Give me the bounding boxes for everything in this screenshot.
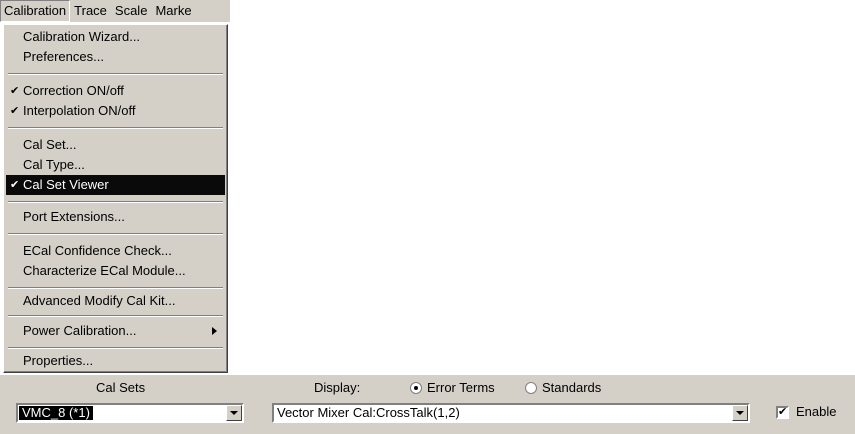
- menu-item-cal-set[interactable]: Cal Set...: [6, 135, 225, 155]
- menu-separator: [8, 73, 223, 75]
- standards-radio[interactable]: [525, 382, 537, 394]
- menu-item-cal-set-viewer[interactable]: Cal Set Viewer: [6, 175, 225, 195]
- calibration-dropdown-menu: Calibration Wizard... Preferences... Cor…: [3, 24, 228, 373]
- menu-item-calibration-wizard[interactable]: Calibration Wizard...: [6, 27, 225, 47]
- menu-calibration[interactable]: Calibration: [0, 0, 71, 22]
- menu-item-interpolation[interactable]: Interpolation ON/off: [6, 101, 225, 121]
- error-term-select-value: Vector Mixer Cal:CrossTalk(1,2): [277, 405, 460, 420]
- menu-item-advanced-modify-cal-kit[interactable]: Advanced Modify Cal Kit...: [6, 291, 225, 311]
- standards-radio-label: Standards: [542, 380, 602, 395]
- menu-item-characterize-ecal-module[interactable]: Characterize ECal Module...: [6, 261, 225, 281]
- menu-item-port-extensions[interactable]: Port Extensions...: [6, 207, 225, 227]
- display-label: Display:: [314, 380, 361, 395]
- enable-checkbox[interactable]: ✔: [776, 406, 789, 419]
- menu-item-power-calibration-label: Power Calibration...: [23, 323, 137, 338]
- menu-scale[interactable]: Scale: [111, 1, 152, 21]
- menu-item-ecal-confidence-check[interactable]: ECal Confidence Check...: [6, 241, 225, 261]
- menu-separator: [8, 315, 223, 317]
- cal-set-select-value: VMC_8 (*1): [19, 406, 93, 420]
- menu-separator: [8, 127, 223, 129]
- menu-separator: [8, 287, 223, 289]
- menu-item-correction[interactable]: Correction ON/off: [6, 81, 225, 101]
- chevron-down-icon[interactable]: [732, 405, 748, 421]
- menu-bar: Calibration Trace Scale Marke: [0, 0, 230, 23]
- menu-separator: [8, 347, 223, 349]
- error-term-select[interactable]: Vector Mixer Cal:CrossTalk(1,2): [272, 403, 750, 423]
- enable-checkbox-label: Enable: [796, 404, 837, 419]
- error-terms-radio[interactable]: [410, 382, 422, 394]
- menu-item-cal-type[interactable]: Cal Type...: [6, 155, 225, 175]
- menu-marker[interactable]: Marke: [151, 1, 195, 21]
- cal-set-viewer-toolbar: Cal Sets VMC_8 (*1) Display: Error Terms…: [0, 374, 855, 434]
- menu-trace[interactable]: Trace: [70, 1, 111, 21]
- menu-item-preferences[interactable]: Preferences...: [6, 47, 225, 67]
- menu-item-properties[interactable]: Properties...: [6, 351, 225, 371]
- cal-set-select[interactable]: VMC_8 (*1): [16, 403, 244, 423]
- menu-separator: [8, 201, 223, 203]
- submenu-arrow-icon: [212, 327, 217, 335]
- menu-item-power-calibration[interactable]: Power Calibration...: [6, 321, 225, 341]
- menu-separator: [8, 233, 223, 235]
- chevron-down-icon[interactable]: [226, 405, 242, 421]
- error-terms-radio-label: Error Terms: [427, 380, 495, 395]
- cal-sets-label: Cal Sets: [96, 380, 146, 395]
